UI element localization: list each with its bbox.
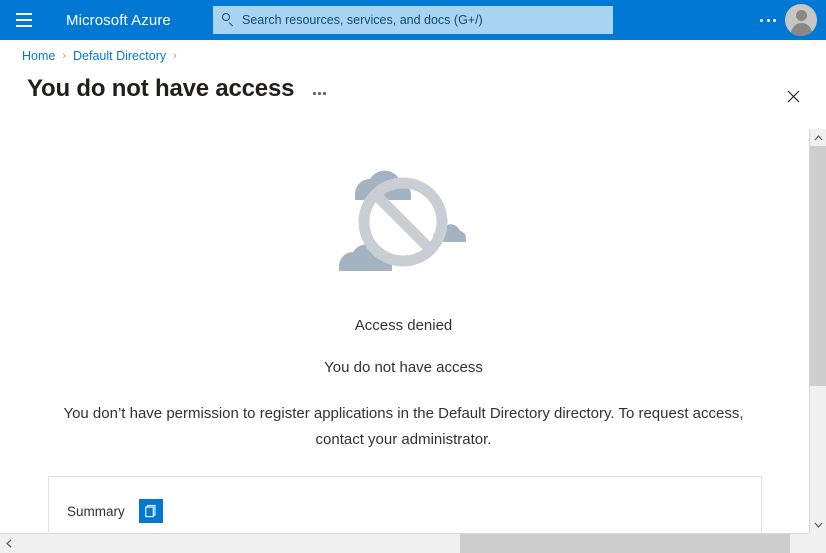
access-denied-subheading: You do not have access bbox=[324, 359, 483, 376]
avatar-head bbox=[795, 10, 807, 21]
horizontal-scrollbar[interactable] bbox=[0, 533, 826, 553]
top-bar-right-actions bbox=[751, 0, 826, 40]
vertical-scrollbar[interactable] bbox=[809, 129, 826, 533]
page-title: You do not have access bbox=[27, 75, 295, 102]
close-blade-icon[interactable] bbox=[781, 84, 805, 108]
dot bbox=[313, 92, 316, 95]
breadcrumb-separator-icon: › bbox=[62, 50, 67, 62]
scrollbar-corner bbox=[809, 533, 826, 553]
dot bbox=[318, 92, 321, 95]
page-title-row: You do not have access bbox=[0, 74, 826, 116]
dot bbox=[323, 92, 326, 95]
search-placeholder: Search resources, services, and docs (G+… bbox=[242, 13, 483, 27]
breadcrumb: Home › Default Directory › bbox=[22, 49, 184, 63]
vertical-scrollbar-thumb[interactable] bbox=[810, 146, 826, 386]
summary-label: Summary bbox=[67, 503, 125, 519]
summary-card: Summary bbox=[48, 476, 762, 532]
global-search-input[interactable]: Search resources, services, and docs (G+… bbox=[213, 6, 613, 34]
user-avatar-icon[interactable] bbox=[785, 4, 817, 36]
dot bbox=[760, 18, 764, 22]
access-denied-description: You don’t have permission to register ap… bbox=[63, 405, 744, 448]
hamburger-bar bbox=[16, 25, 32, 27]
dot bbox=[766, 18, 770, 22]
breadcrumb-item-default-directory[interactable]: Default Directory bbox=[73, 49, 166, 63]
horizontal-scrollbar-thumb[interactable] bbox=[460, 534, 790, 553]
breadcrumb-separator-icon: › bbox=[173, 50, 177, 62]
avatar-body bbox=[790, 23, 812, 36]
copy-icon[interactable] bbox=[138, 499, 163, 523]
summary-row: Summary bbox=[67, 499, 163, 523]
access-denied-content: Access denied You do not have access You… bbox=[4, 129, 803, 532]
dot bbox=[772, 18, 776, 22]
scroll-up-icon[interactable] bbox=[810, 129, 826, 146]
brand-title[interactable]: Microsoft Azure bbox=[66, 12, 171, 29]
content-left-edge bbox=[0, 129, 3, 532]
hamburger-menu-icon[interactable] bbox=[0, 0, 48, 40]
page-more-actions-icon[interactable] bbox=[308, 88, 331, 99]
scroll-down-icon[interactable] bbox=[810, 516, 826, 533]
access-denied-cloud-icon bbox=[329, 156, 479, 284]
scroll-left-icon[interactable] bbox=[0, 534, 17, 553]
top-navigation-bar: Microsoft Azure Search resources, servic… bbox=[0, 0, 826, 40]
search-icon bbox=[221, 13, 235, 27]
access-denied-heading: Access denied bbox=[354, 317, 453, 334]
hamburger-bar bbox=[16, 19, 32, 21]
hamburger-bar bbox=[16, 13, 32, 15]
azure-portal-window: Microsoft Azure Search resources, servic… bbox=[0, 0, 826, 553]
breadcrumb-item-home[interactable]: Home bbox=[22, 49, 55, 63]
top-bar-more-icon[interactable] bbox=[751, 0, 785, 40]
